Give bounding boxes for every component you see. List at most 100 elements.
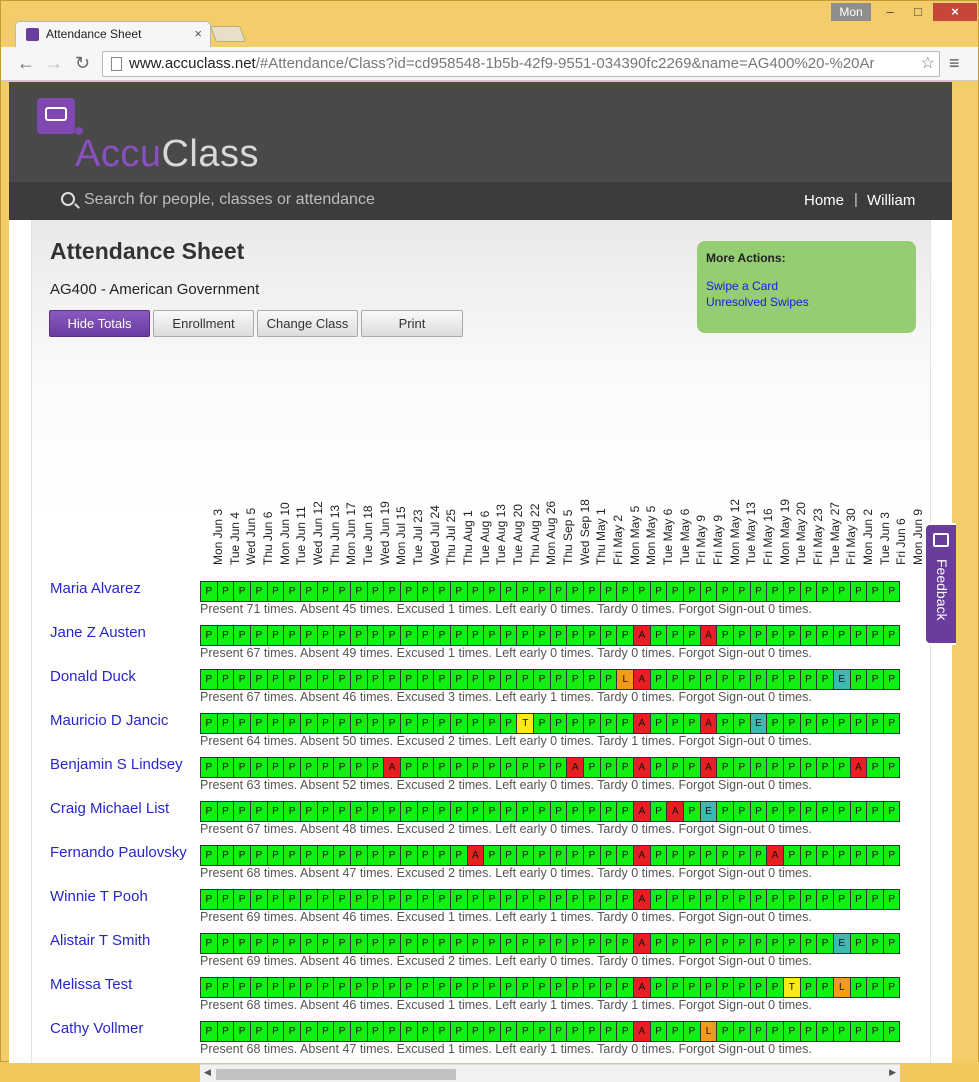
attendance-cell[interactable]: P: [317, 713, 334, 734]
attendance-cell[interactable]: P: [733, 625, 750, 646]
attendance-cell[interactable]: P: [450, 889, 467, 910]
attendance-cell[interactable]: A: [633, 977, 650, 998]
horizontal-scrollbar[interactable]: ◀ ▶: [200, 1064, 900, 1082]
attendance-cell[interactable]: P: [367, 977, 384, 998]
attendance-cell[interactable]: P: [467, 889, 484, 910]
attendance-cell[interactable]: P: [433, 581, 450, 602]
attendance-cell[interactable]: P: [367, 889, 384, 910]
attendance-cell[interactable]: P: [333, 1021, 350, 1042]
attendance-cell[interactable]: P: [750, 669, 767, 690]
attendance-cell[interactable]: P: [866, 933, 883, 954]
attendance-cell[interactable]: P: [433, 669, 450, 690]
attendance-cell[interactable]: P: [467, 625, 484, 646]
attendance-cell[interactable]: P: [317, 933, 334, 954]
attendance-cell[interactable]: P: [566, 713, 583, 734]
attendance-cell[interactable]: P: [200, 889, 217, 910]
attendance-cell[interactable]: P: [200, 977, 217, 998]
attendance-cell[interactable]: P: [766, 933, 783, 954]
attendance-cell[interactable]: P: [816, 933, 833, 954]
attendance-cell[interactable]: P: [650, 889, 667, 910]
attendance-cell[interactable]: A: [666, 801, 683, 822]
attendance-cell[interactable]: P: [816, 625, 833, 646]
attendance-cell[interactable]: P: [450, 581, 467, 602]
attendance-cell[interactable]: P: [750, 801, 767, 822]
attendance-cell[interactable]: P: [833, 757, 850, 778]
attendance-cell[interactable]: P: [217, 757, 234, 778]
attendance-cell[interactable]: P: [300, 581, 317, 602]
attendance-cell[interactable]: P: [516, 1021, 533, 1042]
attendance-cell[interactable]: P: [200, 713, 217, 734]
attendance-cell[interactable]: P: [383, 845, 400, 866]
attendance-cell[interactable]: P: [250, 581, 267, 602]
attendance-cell[interactable]: E: [833, 933, 850, 954]
nav-home-link[interactable]: Home: [804, 192, 844, 209]
attendance-cell[interactable]: P: [450, 625, 467, 646]
attendance-cell[interactable]: P: [700, 889, 717, 910]
attendance-cell[interactable]: P: [533, 977, 550, 998]
attendance-cell[interactable]: P: [850, 977, 867, 998]
attendance-cell[interactable]: P: [350, 713, 367, 734]
attendance-cell[interactable]: P: [350, 801, 367, 822]
attendance-cell[interactable]: P: [833, 801, 850, 822]
attendance-cell[interactable]: P: [433, 801, 450, 822]
attendance-cell[interactable]: P: [650, 845, 667, 866]
attendance-cell[interactable]: P: [433, 625, 450, 646]
attendance-cell[interactable]: P: [300, 757, 317, 778]
attendance-cell[interactable]: P: [417, 801, 434, 822]
attendance-cell[interactable]: P: [267, 977, 284, 998]
attendance-cell[interactable]: P: [816, 801, 833, 822]
attendance-cell[interactable]: P: [267, 801, 284, 822]
attendance-cell[interactable]: P: [783, 713, 800, 734]
attendance-cell[interactable]: P: [333, 713, 350, 734]
attendance-cell[interactable]: T: [783, 977, 800, 998]
attendance-cell[interactable]: P: [283, 581, 300, 602]
attendance-cell[interactable]: P: [716, 1021, 733, 1042]
attendance-cell[interactable]: P: [733, 889, 750, 910]
attendance-cell[interactable]: P: [516, 757, 533, 778]
attendance-cell[interactable]: P: [750, 933, 767, 954]
student-name-link[interactable]: Jane Z Austen: [50, 624, 146, 641]
unresolved-swipes-link[interactable]: Unresolved Swipes: [706, 295, 809, 309]
attendance-cell[interactable]: P: [483, 713, 500, 734]
change-class-button[interactable]: Change Class: [257, 310, 358, 337]
attendance-cell[interactable]: P: [317, 1021, 334, 1042]
attendance-cell[interactable]: P: [716, 801, 733, 822]
attendance-cell[interactable]: P: [600, 977, 617, 998]
student-name-link[interactable]: Donald Duck: [50, 668, 136, 685]
attendance-cell[interactable]: P: [766, 1021, 783, 1042]
attendance-cell[interactable]: P: [883, 757, 900, 778]
attendance-cell[interactable]: P: [300, 801, 317, 822]
student-name-link[interactable]: Winnie T Pooh: [50, 888, 148, 905]
attendance-cell[interactable]: P: [233, 801, 250, 822]
attendance-cell[interactable]: P: [716, 625, 733, 646]
attendance-cell[interactable]: P: [217, 669, 234, 690]
attendance-cell[interactable]: P: [500, 1021, 517, 1042]
attendance-cell[interactable]: P: [850, 889, 867, 910]
browser-tab[interactable]: Attendance Sheet ×: [15, 21, 211, 47]
attendance-cell[interactable]: P: [600, 713, 617, 734]
close-window-icon[interactable]: ×: [933, 3, 977, 21]
attendance-cell[interactable]: P: [400, 669, 417, 690]
attendance-cell[interactable]: P: [317, 757, 334, 778]
attendance-cell[interactable]: A: [633, 933, 650, 954]
back-icon[interactable]: ←: [17, 53, 35, 74]
attendance-cell[interactable]: P: [766, 977, 783, 998]
attendance-cell[interactable]: P: [550, 889, 567, 910]
attendance-cell[interactable]: P: [850, 845, 867, 866]
attendance-cell[interactable]: P: [866, 1021, 883, 1042]
attendance-cell[interactable]: P: [616, 889, 633, 910]
hide-totals-button[interactable]: Hide Totals: [49, 310, 150, 337]
attendance-cell[interactable]: P: [367, 845, 384, 866]
attendance-cell[interactable]: P: [866, 977, 883, 998]
attendance-cell[interactable]: P: [400, 977, 417, 998]
attendance-cell[interactable]: P: [483, 581, 500, 602]
attendance-cell[interactable]: P: [583, 757, 600, 778]
attendance-cell[interactable]: P: [566, 581, 583, 602]
attendance-cell[interactable]: P: [233, 713, 250, 734]
attendance-cell[interactable]: P: [650, 1021, 667, 1042]
attendance-cell[interactable]: P: [733, 845, 750, 866]
attendance-cell[interactable]: P: [800, 977, 817, 998]
attendance-cell[interactable]: P: [533, 933, 550, 954]
attendance-cell[interactable]: P: [683, 889, 700, 910]
attendance-cell[interactable]: P: [866, 801, 883, 822]
